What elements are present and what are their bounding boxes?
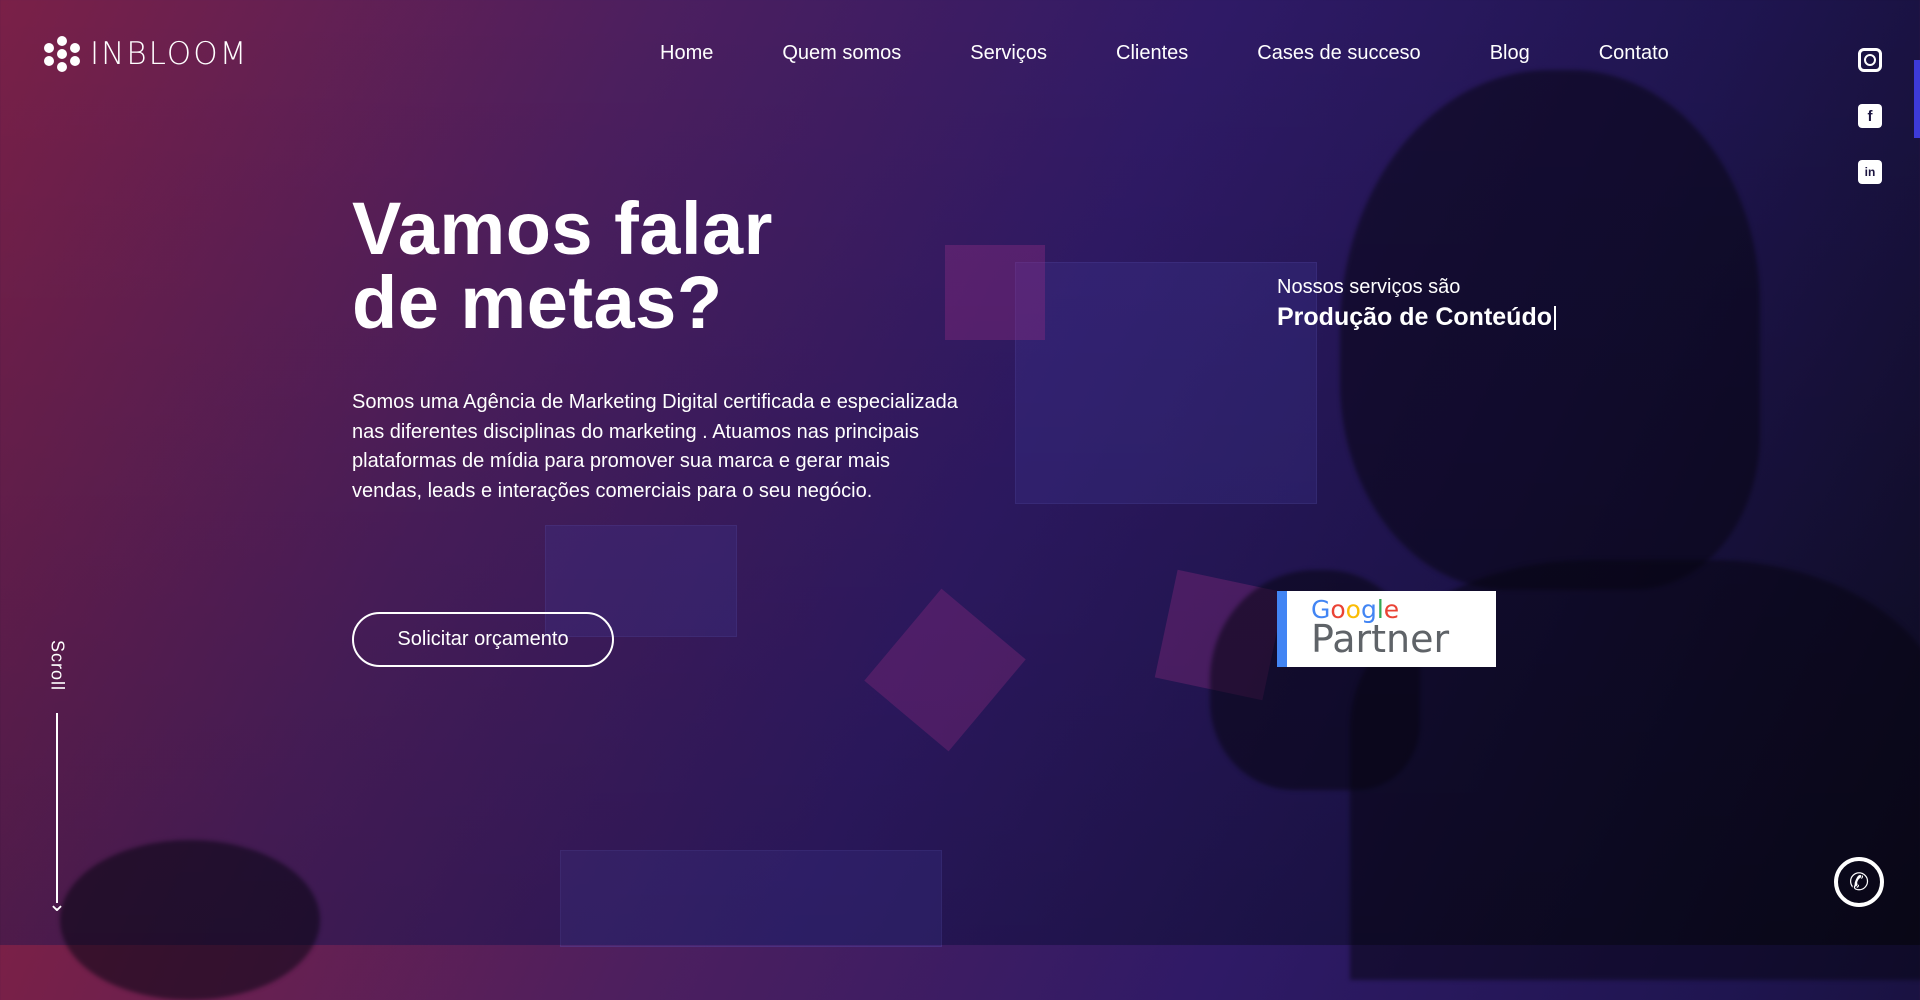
nav-blog[interactable]: Blog xyxy=(1490,42,1530,65)
hero-title-line-1: Vamos falar xyxy=(352,187,773,270)
hero-title-line-2: de metas? xyxy=(352,261,723,344)
services-label: Nossos serviços são xyxy=(1277,276,1461,298)
nav-home[interactable]: Home xyxy=(660,42,713,65)
background-sticky-note xyxy=(864,588,1026,752)
nav-quem-somos[interactable]: Quem somos xyxy=(782,42,901,65)
background-sticky-note xyxy=(945,245,1045,340)
scroll-indicator[interactable]: Scroll ⌄ xyxy=(44,640,70,917)
social-links: f in xyxy=(1858,48,1882,184)
background-paper xyxy=(560,850,942,947)
google-partner-badge: Google Partner xyxy=(1277,591,1496,667)
nav-cases[interactable]: Cases de succeso xyxy=(1257,42,1420,65)
nav-clientes[interactable]: Clientes xyxy=(1116,42,1188,65)
nav-servicos[interactable]: Serviços xyxy=(970,42,1047,65)
facebook-icon[interactable]: f xyxy=(1858,104,1882,128)
brand-logo[interactable]: INBLOOM xyxy=(44,36,248,72)
typing-caret xyxy=(1554,305,1556,330)
partner-label: Partner xyxy=(1311,617,1450,661)
nav-contato[interactable]: Contato xyxy=(1599,42,1669,65)
logo-text: INBLOOM xyxy=(90,36,249,72)
google-partner-bar xyxy=(1277,591,1287,667)
services-current: Produção de Conteúdo xyxy=(1277,303,1556,332)
logo-mark-icon xyxy=(44,36,80,72)
services-ticker: Nossos serviços são Produção de Conteúdo xyxy=(1277,276,1556,332)
instagram-icon[interactable] xyxy=(1858,48,1882,72)
hero-description: Somos uma Agência de Marketing Digital c… xyxy=(352,391,958,502)
request-quote-button[interactable]: Solicitar orçamento xyxy=(352,612,614,667)
whatsapp-icon[interactable]: ✆ xyxy=(1834,857,1884,907)
linkedin-icon[interactable]: in xyxy=(1858,160,1882,184)
services-current-text: Produção de Conteúdo xyxy=(1277,303,1552,331)
scroll-label: Scroll xyxy=(47,640,68,692)
background-sticky-note xyxy=(1154,569,1286,701)
background-screen xyxy=(1015,262,1317,504)
google-partner-text: Google Partner xyxy=(1287,591,1449,667)
background-head xyxy=(60,840,320,1000)
main-nav: Home Quem somos Serviços Clientes Cases … xyxy=(660,42,1669,65)
scroll-line xyxy=(56,713,58,904)
page-scrollbar[interactable] xyxy=(1914,60,1920,138)
arrow-down-icon: ⌄ xyxy=(47,891,67,917)
hero-title: Vamos falar de metas? xyxy=(352,192,773,340)
